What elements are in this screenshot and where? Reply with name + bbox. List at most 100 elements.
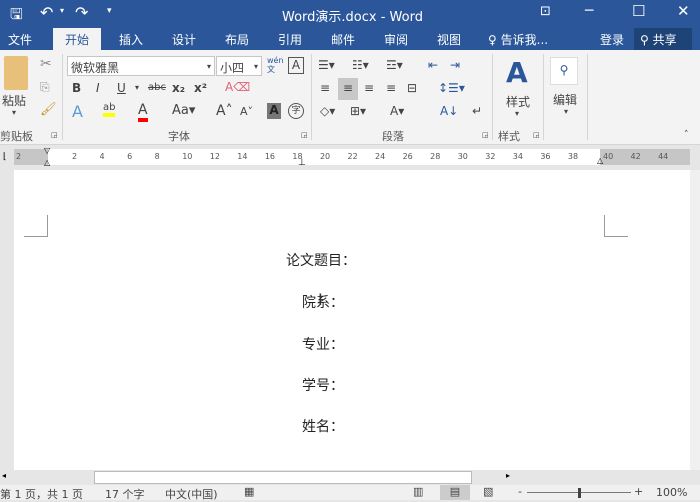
doc-line-major[interactable]: 专业：	[302, 334, 344, 354]
customize-icon[interactable]: ▾	[107, 6, 112, 16]
underline-button[interactable]: U	[117, 81, 126, 95]
tab-mailings[interactable]: 邮件	[331, 31, 355, 48]
scrollbar-thumb[interactable]	[94, 471, 472, 484]
character-border-button[interactable]: A	[288, 57, 304, 74]
grow-font-button[interactable]: A˄	[216, 103, 233, 119]
save-icon[interactable]: 🖫	[10, 4, 23, 29]
phonetic-guide-button[interactable]: wén 文	[267, 56, 284, 74]
web-layout-icon[interactable]: ▧	[483, 485, 493, 498]
styles-launcher-icon[interactable]: ◲	[533, 131, 540, 139]
align-center-button[interactable]: ≡	[338, 78, 358, 100]
bold-button[interactable]: B	[72, 81, 81, 95]
chinese-layout-button[interactable]: A▾	[390, 104, 404, 118]
scroll-left-icon[interactable]: ◂	[2, 471, 6, 480]
tab-insert[interactable]: 插入	[119, 31, 143, 48]
highlight-color-button[interactable]: ab	[103, 102, 116, 117]
superscript-button[interactable]: x²	[194, 81, 207, 95]
character-shading-button[interactable]: A	[267, 103, 281, 119]
tab-home[interactable]: 开始	[53, 28, 102, 50]
tab-view[interactable]: 视图	[437, 31, 461, 48]
font-name-select[interactable]: 微软雅黑 ▾	[67, 56, 215, 76]
zoom-slider-thumb[interactable]	[578, 488, 581, 498]
styles-button[interactable]: 样式	[506, 93, 530, 110]
tab-file[interactable]: 文件	[8, 31, 32, 48]
tab-design[interactable]: 设计	[172, 31, 196, 48]
underline-dropdown-icon[interactable]: ▾	[135, 83, 139, 92]
first-line-indent-marker[interactable]: ▽	[44, 146, 50, 155]
font-launcher-icon[interactable]: ◲	[301, 131, 308, 139]
document-page[interactable]: 论文题目： 院系： I 专业： 学号： 姓名：	[14, 170, 690, 470]
copy-icon[interactable]: ⎘	[40, 80, 50, 95]
tell-me-box[interactable]: ♀ 告诉我...	[488, 31, 548, 48]
undo-icon[interactable]: ↶	[40, 3, 53, 22]
shading-button[interactable]: ◇▾	[320, 104, 335, 118]
bullets-button[interactable]: ☰▾	[318, 58, 335, 72]
tab-references[interactable]: 引用	[278, 31, 302, 48]
clipboard-launcher-icon[interactable]: ◲	[51, 131, 58, 139]
change-case-button[interactable]: Aa▾	[172, 103, 195, 118]
zoom-in-button[interactable]: +	[634, 485, 643, 498]
center-tab-marker[interactable]: ⊥	[298, 158, 306, 168]
font-color-button[interactable]: A	[138, 102, 148, 122]
doc-line-department[interactable]: 院系：	[302, 292, 344, 312]
doc-line-title[interactable]: 论文题目：	[286, 250, 356, 270]
justify-button[interactable]: ≡	[386, 81, 396, 95]
styles-dropdown-icon[interactable]: ▾	[515, 109, 519, 118]
decrease-indent-button[interactable]: ⇤	[428, 58, 438, 72]
scroll-right-icon[interactable]: ▸	[506, 471, 510, 480]
left-indent-marker[interactable]: △	[44, 158, 50, 167]
find-icon[interactable]: ⚲	[550, 57, 578, 85]
print-layout-icon[interactable]: ▤	[440, 485, 470, 500]
collapse-ribbon-icon[interactable]: ˄	[684, 130, 689, 140]
align-right-button[interactable]: ≡	[364, 81, 374, 95]
sort-button[interactable]: A↓	[440, 104, 458, 118]
tab-review[interactable]: 审阅	[384, 31, 408, 48]
cut-icon[interactable]: ✂	[40, 56, 52, 72]
subscript-button[interactable]: x₂	[172, 81, 185, 95]
zoom-out-button[interactable]: -	[518, 485, 522, 498]
align-left-button[interactable]: ≡	[320, 81, 330, 95]
right-indent-marker[interactable]: △	[597, 156, 603, 165]
doc-line-name[interactable]: 姓名：	[302, 416, 344, 436]
borders-button[interactable]: ⊞▾	[350, 104, 366, 118]
font-size-select[interactable]: 小四 ▾	[216, 56, 262, 76]
doc-line-student-id[interactable]: 学号：	[302, 375, 344, 395]
shrink-font-button[interactable]: A˅	[240, 105, 253, 118]
show-marks-button[interactable]: ↵	[472, 104, 482, 118]
italic-button[interactable]: I	[96, 81, 100, 95]
close-icon[interactable]: ✕	[677, 2, 690, 20]
macro-record-icon[interactable]: ▦	[244, 485, 254, 498]
styles-icon[interactable]: A	[506, 56, 528, 89]
paste-icon[interactable]	[4, 56, 28, 90]
maximize-icon[interactable]: ☐	[632, 2, 645, 20]
format-painter-icon[interactable]: 🖌	[40, 102, 57, 117]
horizontal-scrollbar[interactable]: ◂ ▸	[0, 470, 700, 485]
strikethrough-button[interactable]: abc	[148, 82, 166, 93]
undo-dropdown-icon[interactable]: ▾	[60, 6, 64, 15]
line-spacing-button[interactable]: ↕☰▾	[438, 81, 465, 95]
tab-layout[interactable]: 布局	[225, 31, 249, 48]
paste-dropdown-icon[interactable]: ▾	[12, 108, 16, 117]
ruler-tick-label: 26	[402, 152, 413, 161]
editing-button[interactable]: 编辑	[553, 91, 577, 108]
numbering-button[interactable]: ☷▾	[352, 58, 369, 72]
vertical-scrollbar[interactable]	[690, 170, 700, 470]
horizontal-ruler[interactable]: ⌊ 2 2 4 6 8 10 12 14 16 18 20 22 24 26 28 30 32 34 36 38 40 4…	[0, 145, 700, 170]
paragraph-launcher-icon[interactable]: ◲	[482, 131, 489, 139]
distributed-button[interactable]: ⊟	[407, 81, 417, 95]
enclose-characters-button[interactable]: 字	[288, 103, 304, 119]
ribbon-display-icon[interactable]: ⊡	[540, 4, 551, 19]
paste-button[interactable]: 粘贴	[2, 92, 26, 109]
minimize-icon[interactable]: ─	[585, 3, 593, 19]
vertical-ruler[interactable]	[0, 170, 12, 470]
increase-indent-button[interactable]: ⇥	[450, 58, 460, 72]
signin-link[interactable]: 登录	[600, 31, 624, 48]
read-mode-icon[interactable]: ▥	[413, 485, 423, 498]
editing-dropdown-icon[interactable]: ▾	[564, 107, 568, 116]
clear-formatting-icon[interactable]: A⌫	[225, 80, 250, 94]
redo-icon[interactable]: ↷	[75, 3, 88, 22]
multilevel-list-button[interactable]: ☲▾	[386, 58, 403, 72]
text-effects-button[interactable]: A	[72, 102, 83, 121]
share-button[interactable]: ⚲ 共享	[634, 28, 692, 50]
zoom-level[interactable]: 100%	[656, 486, 687, 499]
